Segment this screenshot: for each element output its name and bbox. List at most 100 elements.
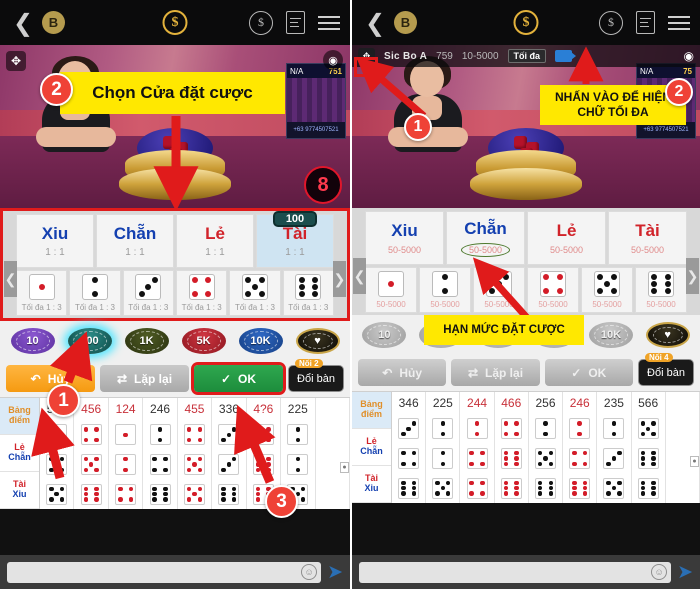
cancel-button[interactable]: ↶ Hủy xyxy=(6,365,95,392)
roadmap-column[interactable]: 235 xyxy=(597,392,632,503)
roadmap-column[interactable]: 346 xyxy=(392,392,427,503)
document-icon[interactable] xyxy=(286,11,305,34)
bet-option-xiu[interactable]: Xiu 50-5000 xyxy=(365,211,444,265)
dice-bet-limit: Tối đa 1 : 3 xyxy=(128,303,169,312)
repeat-button[interactable]: ⇄ Lặp lại xyxy=(100,365,189,392)
chip-10k[interactable]: 10K xyxy=(588,322,633,348)
document-icon[interactable] xyxy=(636,11,655,34)
die-face-5 xyxy=(183,483,205,505)
chip-vip[interactable]: ♥ xyxy=(645,322,690,348)
die-face-4 xyxy=(115,483,137,505)
brand-coin-icon[interactable]: B xyxy=(42,11,65,34)
smiley-icon[interactable]: ☺ xyxy=(301,563,318,580)
chip-10[interactable]: 10 xyxy=(362,322,407,348)
roadmap-column[interactable]: 225 xyxy=(426,392,461,503)
back-icon[interactable]: ❮ xyxy=(362,11,388,35)
dice-bet-6[interactable]: 50-5000 xyxy=(635,267,687,313)
chip-10k[interactable]: 10K xyxy=(238,328,283,354)
bet-option-chan[interactable]: Chẵn 1 : 1 xyxy=(96,214,174,268)
bet-option-le[interactable]: Lẻ 50-5000 xyxy=(527,211,606,265)
chip-10[interactable]: 10 xyxy=(10,328,55,354)
scroll-right-arrow[interactable]: ❯ xyxy=(686,258,699,294)
scroll-right-arrow[interactable]: ❯ xyxy=(333,261,346,297)
roadmap-cell xyxy=(392,414,425,444)
die-face-6 xyxy=(149,483,171,505)
bet-option-tai[interactable]: Tài 50-5000 xyxy=(608,211,687,265)
roadmap-column[interactable]: 256 xyxy=(529,392,564,503)
bet-option-xiu[interactable]: Xiu 1 : 1 xyxy=(16,214,94,268)
repeat-icon: ⇄ xyxy=(116,371,128,386)
roadmap-columns[interactable]: 346 225 244 466 256 246 235 566 xyxy=(392,392,700,503)
back-icon[interactable]: ❮ xyxy=(10,11,36,35)
camera-icon[interactable] xyxy=(555,50,577,62)
live-video-stream[interactable]: N/A 751 +63 9774507521 ✥ ◉ 8 xyxy=(0,45,350,208)
roadmap-column[interactable]: 456 xyxy=(74,398,109,509)
fullscreen-icon[interactable]: ✥ xyxy=(6,51,26,71)
dice-bet-1[interactable]: 50-5000 xyxy=(365,267,417,313)
max-bet-button[interactable]: Tối đa xyxy=(507,49,547,63)
repeat-button[interactable]: ⇄ Lặp lại xyxy=(451,359,540,386)
dice-bet-limit: Tối đa 1 : 3 xyxy=(21,303,62,312)
roadmap-column[interactable]: 124 xyxy=(109,398,144,509)
roadmap-column[interactable]: 566 xyxy=(632,392,666,503)
refresh-dollar-icon[interactable]: $ xyxy=(249,10,273,35)
chip-5k[interactable]: 5K xyxy=(181,328,226,354)
roadmap-cell xyxy=(426,444,459,474)
roadmap-column[interactable]: 244 xyxy=(460,392,495,503)
roadmap-column[interactable]: 455 xyxy=(178,398,213,509)
dice-bet-4[interactable]: Tối đa 1 : 3 xyxy=(175,270,228,316)
roadmap-scroll-thumb[interactable]: ● xyxy=(690,456,699,467)
dice-bet-3[interactable]: 50-5000 xyxy=(473,267,525,313)
refresh-dollar-icon[interactable]: $ xyxy=(599,10,623,35)
bet-option-chan[interactable]: Chẵn 50-5000 xyxy=(446,211,525,265)
switch-table-button[interactable]: Nối 4 Đổi bàn xyxy=(637,353,694,386)
switch-table-button[interactable]: Nối 2 Đổi bàn xyxy=(288,359,344,392)
dice-bet-5[interactable]: 50-5000 xyxy=(581,267,633,313)
dice-bet-4[interactable]: 50-5000 xyxy=(527,267,579,313)
bet-option-tai[interactable]: 100 Tài 1 : 1 xyxy=(256,211,334,268)
send-icon[interactable]: ➤ xyxy=(677,563,693,582)
die-face-4 xyxy=(80,424,102,446)
chat-input[interactable]: ☺ xyxy=(359,561,672,583)
die-face-2 xyxy=(466,418,488,440)
roadmap-cell xyxy=(281,450,314,480)
dice-bet-2[interactable]: Tối đa 1 : 3 xyxy=(69,270,121,316)
roadmap-column[interactable]: 246 xyxy=(563,392,598,503)
ok-button[interactable]: ✓ OK xyxy=(544,359,633,386)
die-face-6 xyxy=(500,448,522,469)
hamburger-menu-icon[interactable] xyxy=(668,15,690,30)
die-face-4 xyxy=(540,271,566,297)
dice-bet-2[interactable]: 50-5000 xyxy=(419,267,471,313)
send-icon[interactable]: ➤ xyxy=(327,563,343,582)
hamburger-menu-icon[interactable] xyxy=(318,15,340,30)
chip-selector-row: 10 100 1K 5K 10K ♥ xyxy=(0,321,350,361)
chip-100[interactable]: 100 xyxy=(67,328,112,354)
dice-bet-1[interactable]: Tối đa 1 : 3 xyxy=(16,270,68,316)
roadmap-columns[interactable]: 5?54561242464553364?6225 xyxy=(40,398,350,509)
chat-input[interactable]: ☺ xyxy=(7,561,322,583)
check-icon: ✓ xyxy=(571,365,582,380)
roadmap-column[interactable]: 336 xyxy=(212,398,247,509)
brand-coin-icon[interactable]: B xyxy=(394,11,417,34)
betting-area: Xiu 50-5000 Chẵn 50-5000 Lẻ 50-5000 Tài … xyxy=(352,208,700,315)
chip-1k[interactable]: 1K xyxy=(124,328,169,354)
bet-option-le[interactable]: Lẻ 1 : 1 xyxy=(176,214,254,268)
ok-button[interactable]: ✓ OK xyxy=(194,365,283,392)
cancel-button[interactable]: ↶ Hủy xyxy=(358,359,447,386)
dice-bet-6[interactable]: Tối đa 1 : 3 xyxy=(282,270,334,316)
bet-label: Xiu xyxy=(391,221,418,240)
dice-bet-5[interactable]: Tối đa 1 : 3 xyxy=(229,270,281,316)
switch-table-badge: Nối 4 xyxy=(644,353,673,362)
dollar-coin-icon[interactable]: $ xyxy=(162,10,188,35)
roadmap-cell xyxy=(281,420,314,450)
dice-bet-3[interactable]: Tối đa 1 : 3 xyxy=(122,270,174,316)
dollar-coin-icon[interactable]: $ xyxy=(513,10,539,35)
scroll-left-arrow[interactable]: ❮ xyxy=(353,258,366,294)
roadmap-column[interactable]: 246 xyxy=(143,398,178,509)
roadmap-column[interactable]: 466 xyxy=(495,392,529,503)
chip-vip[interactable]: ♥ xyxy=(295,328,340,354)
bet-label: Tài xyxy=(282,224,308,243)
smiley-icon[interactable]: ☺ xyxy=(651,563,668,580)
scroll-left-arrow[interactable]: ❮ xyxy=(4,261,17,297)
roadmap-scroll-thumb[interactable]: ● xyxy=(340,462,349,473)
